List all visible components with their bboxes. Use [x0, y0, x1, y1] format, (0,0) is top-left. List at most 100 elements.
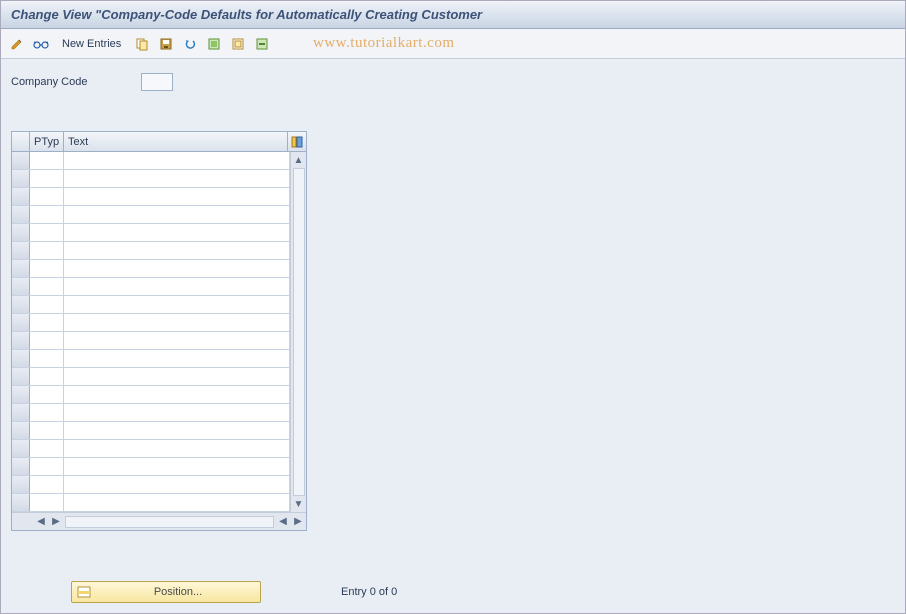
row-selector[interactable]: [12, 314, 30, 331]
cell-ptyp[interactable]: [30, 386, 64, 403]
row-selector[interactable]: [12, 368, 30, 385]
row-selector-header[interactable]: [12, 132, 30, 151]
cell-text[interactable]: [64, 296, 290, 313]
glasses-icon[interactable]: [31, 34, 51, 54]
position-button[interactable]: Position...: [71, 581, 261, 603]
scroll-down-icon[interactable]: ▼: [293, 498, 305, 510]
table-row: [12, 278, 290, 296]
cell-text[interactable]: [64, 476, 290, 493]
cell-text[interactable]: [64, 188, 290, 205]
cell-text[interactable]: [64, 350, 290, 367]
row-selector[interactable]: [12, 278, 30, 295]
cell-text[interactable]: [64, 368, 290, 385]
row-selector[interactable]: [12, 206, 30, 223]
cell-ptyp[interactable]: [30, 458, 64, 475]
table-config-icon[interactable]: [288, 132, 306, 151]
cell-ptyp[interactable]: [30, 350, 64, 367]
cell-ptyp[interactable]: [30, 278, 64, 295]
company-code-label: Company Code: [11, 76, 131, 88]
horizontal-scrollbar[interactable]: ◀ ▶ ◀ ▶: [12, 512, 306, 530]
hscroll-track[interactable]: [65, 516, 274, 528]
delete-row-icon[interactable]: [252, 34, 272, 54]
cell-text[interactable]: [64, 386, 290, 403]
row-selector[interactable]: [12, 224, 30, 241]
copy-icon[interactable]: [132, 34, 152, 54]
table-row: [12, 476, 290, 494]
table-row: [12, 206, 290, 224]
cell-text[interactable]: [64, 422, 290, 439]
cell-ptyp[interactable]: [30, 476, 64, 493]
scroll-right2-icon[interactable]: ▶: [292, 516, 304, 528]
table-row: [12, 170, 290, 188]
row-selector[interactable]: [12, 404, 30, 421]
cell-ptyp[interactable]: [30, 494, 64, 511]
cell-text[interactable]: [64, 278, 290, 295]
undo-icon[interactable]: [180, 34, 200, 54]
vertical-scrollbar[interactable]: ▲ ▼: [290, 152, 306, 512]
cell-ptyp[interactable]: [30, 170, 64, 187]
cell-ptyp[interactable]: [30, 206, 64, 223]
cell-ptyp[interactable]: [30, 314, 64, 331]
cell-ptyp[interactable]: [30, 152, 64, 169]
scroll-left-icon[interactable]: ◀: [35, 516, 47, 528]
table: PTyp Text ▲ ▼ ◀ ▶ ◀ ▶: [11, 131, 307, 531]
cell-ptyp[interactable]: [30, 422, 64, 439]
row-selector[interactable]: [12, 458, 30, 475]
cell-text[interactable]: [64, 494, 290, 511]
cell-text[interactable]: [64, 224, 290, 241]
cell-ptyp[interactable]: [30, 368, 64, 385]
new-entries-button[interactable]: New Entries: [55, 35, 128, 53]
cell-ptyp[interactable]: [30, 332, 64, 349]
table-row: [12, 224, 290, 242]
row-selector[interactable]: [12, 440, 30, 457]
row-selector[interactable]: [12, 332, 30, 349]
cell-text[interactable]: [64, 332, 290, 349]
save-icon[interactable]: [156, 34, 176, 54]
cell-text[interactable]: [64, 170, 290, 187]
row-selector[interactable]: [12, 350, 30, 367]
scroll-right-icon[interactable]: ▶: [50, 516, 62, 528]
row-selector[interactable]: [12, 476, 30, 493]
table-row: [12, 422, 290, 440]
row-selector[interactable]: [12, 386, 30, 403]
cell-ptyp[interactable]: [30, 260, 64, 277]
row-selector[interactable]: [12, 494, 30, 511]
change-icon[interactable]: [7, 34, 27, 54]
cell-ptyp[interactable]: [30, 440, 64, 457]
cell-text[interactable]: [64, 404, 290, 421]
row-selector[interactable]: [12, 188, 30, 205]
cell-ptyp[interactable]: [30, 242, 64, 259]
position-label: Position...: [100, 586, 256, 598]
cell-text[interactable]: [64, 152, 290, 169]
table-row: [12, 188, 290, 206]
cell-ptyp[interactable]: [30, 296, 64, 313]
row-selector[interactable]: [12, 260, 30, 277]
cell-text[interactable]: [64, 242, 290, 259]
row-selector[interactable]: [12, 296, 30, 313]
scroll-left2-icon[interactable]: ◀: [277, 516, 289, 528]
cell-text[interactable]: [64, 458, 290, 475]
cell-ptyp[interactable]: [30, 404, 64, 421]
select-all-icon[interactable]: [204, 34, 224, 54]
cell-text[interactable]: [64, 206, 290, 223]
col-header-text[interactable]: Text: [64, 132, 288, 151]
cell-text[interactable]: [64, 314, 290, 331]
row-selector[interactable]: [12, 242, 30, 259]
cell-ptyp[interactable]: [30, 224, 64, 241]
cell-ptyp[interactable]: [30, 188, 64, 205]
content-area: Company Code PTyp Text ▲ ▼ ◀ ▶ ◀ ▶: [1, 59, 905, 613]
company-code-input[interactable]: [141, 73, 173, 91]
table-row: [12, 152, 290, 170]
scroll-up-icon[interactable]: ▲: [293, 154, 305, 166]
table-row: [12, 350, 290, 368]
deselect-all-icon[interactable]: [228, 34, 248, 54]
row-selector[interactable]: [12, 422, 30, 439]
row-selector[interactable]: [12, 152, 30, 169]
table-row: [12, 404, 290, 422]
row-selector[interactable]: [12, 170, 30, 187]
cell-text[interactable]: [64, 440, 290, 457]
cell-text[interactable]: [64, 260, 290, 277]
scroll-track[interactable]: [293, 168, 305, 496]
col-header-ptyp[interactable]: PTyp: [30, 132, 64, 151]
page-title: Change View "Company-Code Defaults for A…: [11, 7, 482, 22]
